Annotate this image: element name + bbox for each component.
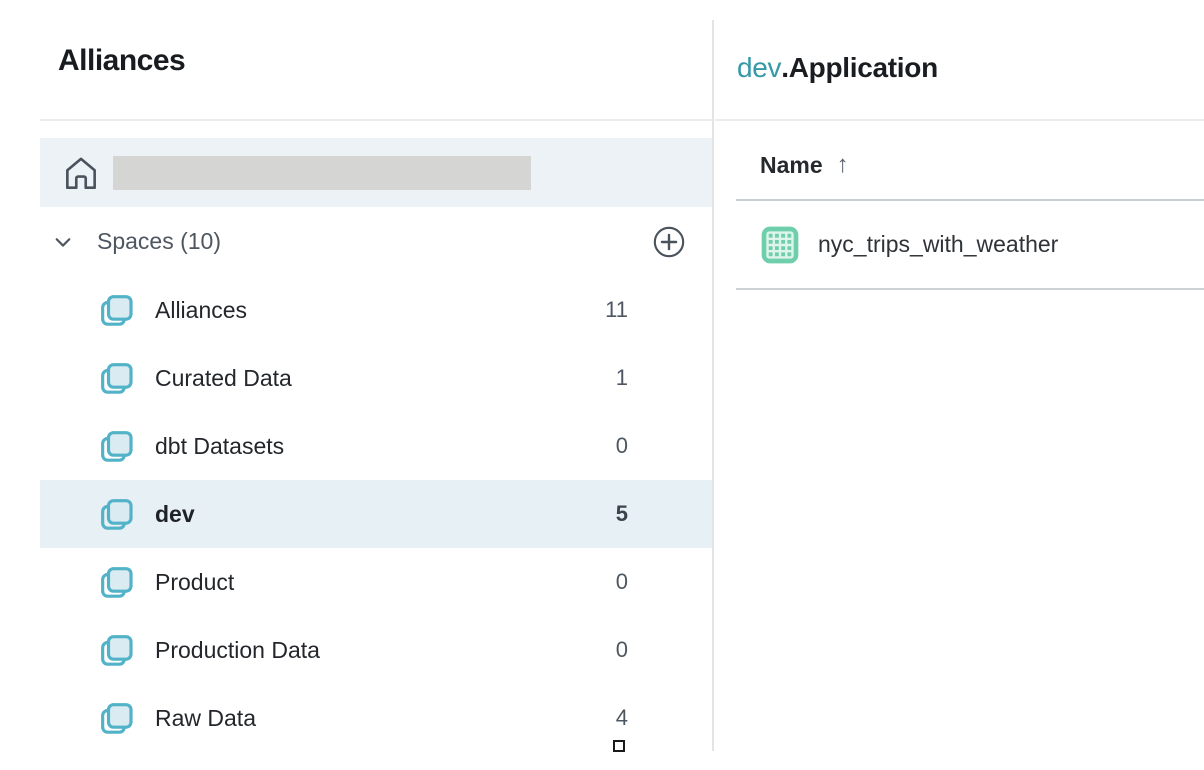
panel-divider (712, 20, 714, 751)
space-item-count: 4 (616, 705, 628, 731)
table-row-divider (736, 288, 1204, 290)
space-item-product[interactable]: Product 0 (40, 548, 713, 616)
space-item-count: 0 (616, 637, 628, 663)
spaces-tree-label[interactable]: Spaces (10) (97, 228, 221, 255)
table-header: Name ↑ (760, 132, 849, 198)
space-icon (96, 290, 136, 330)
plus-circle-icon (652, 225, 686, 259)
space-item-count: 11 (605, 297, 628, 323)
space-item-label: Raw Data (155, 705, 256, 732)
space-icon (96, 358, 136, 398)
space-item-label: Alliances (155, 297, 247, 324)
home-icon (60, 150, 102, 196)
chevron-down-icon[interactable] (50, 229, 76, 255)
breadcrumb-current: Application (789, 52, 938, 83)
space-item-alliances[interactable]: Alliances 11 (40, 276, 713, 344)
space-item-label: Curated Data (155, 365, 292, 392)
space-item-label: dbt Datasets (155, 433, 284, 460)
space-item-count: 1 (616, 365, 628, 391)
space-item-label: Production Data (155, 637, 320, 664)
breadcrumb-space-link[interactable]: dev (737, 52, 781, 83)
space-item-count: 5 (616, 501, 628, 527)
sidebar-title: Alliances (58, 44, 185, 78)
space-item-label: Product (155, 569, 234, 596)
dataset-name: nyc_trips_with_weather (818, 231, 1058, 258)
breadcrumb-separator: . (781, 52, 788, 83)
space-icon (96, 562, 136, 602)
space-item-label: dev (155, 501, 195, 528)
space-icon (96, 698, 136, 738)
space-icon (96, 494, 136, 534)
spaces-tree-header[interactable]: Spaces (10) (40, 207, 713, 276)
breadcrumb: dev.Application (737, 52, 938, 84)
space-item-curated-data[interactable]: Curated Data 1 (40, 344, 713, 412)
sort-ascending-icon[interactable]: ↑ (837, 151, 849, 179)
space-icon (96, 426, 136, 466)
main-header-divider (715, 119, 1204, 121)
spaces-list: Alliances 11 Curated Data 1 dbt Datasets… (40, 276, 713, 752)
column-header-name[interactable]: Name (760, 152, 823, 179)
resize-handle-square (613, 740, 625, 752)
space-item-production-data[interactable]: Production Data 0 (40, 616, 713, 684)
sidebar-title-divider (40, 119, 713, 121)
space-item-count: 0 (616, 433, 628, 459)
space-item-count: 0 (616, 569, 628, 595)
redacted-text-placeholder (113, 156, 531, 190)
dataset-table-icon (758, 223, 802, 267)
space-icon (96, 630, 136, 670)
app-root: Alliances Spaces (10) Alliances 11 (0, 0, 1204, 770)
space-item-dbt-datasets[interactable]: dbt Datasets 0 (40, 412, 713, 480)
space-item-dev[interactable]: dev 5 (40, 480, 713, 548)
add-space-button[interactable] (652, 225, 686, 259)
home-row[interactable] (40, 138, 713, 207)
table-row[interactable]: nyc_trips_with_weather (736, 201, 1204, 288)
